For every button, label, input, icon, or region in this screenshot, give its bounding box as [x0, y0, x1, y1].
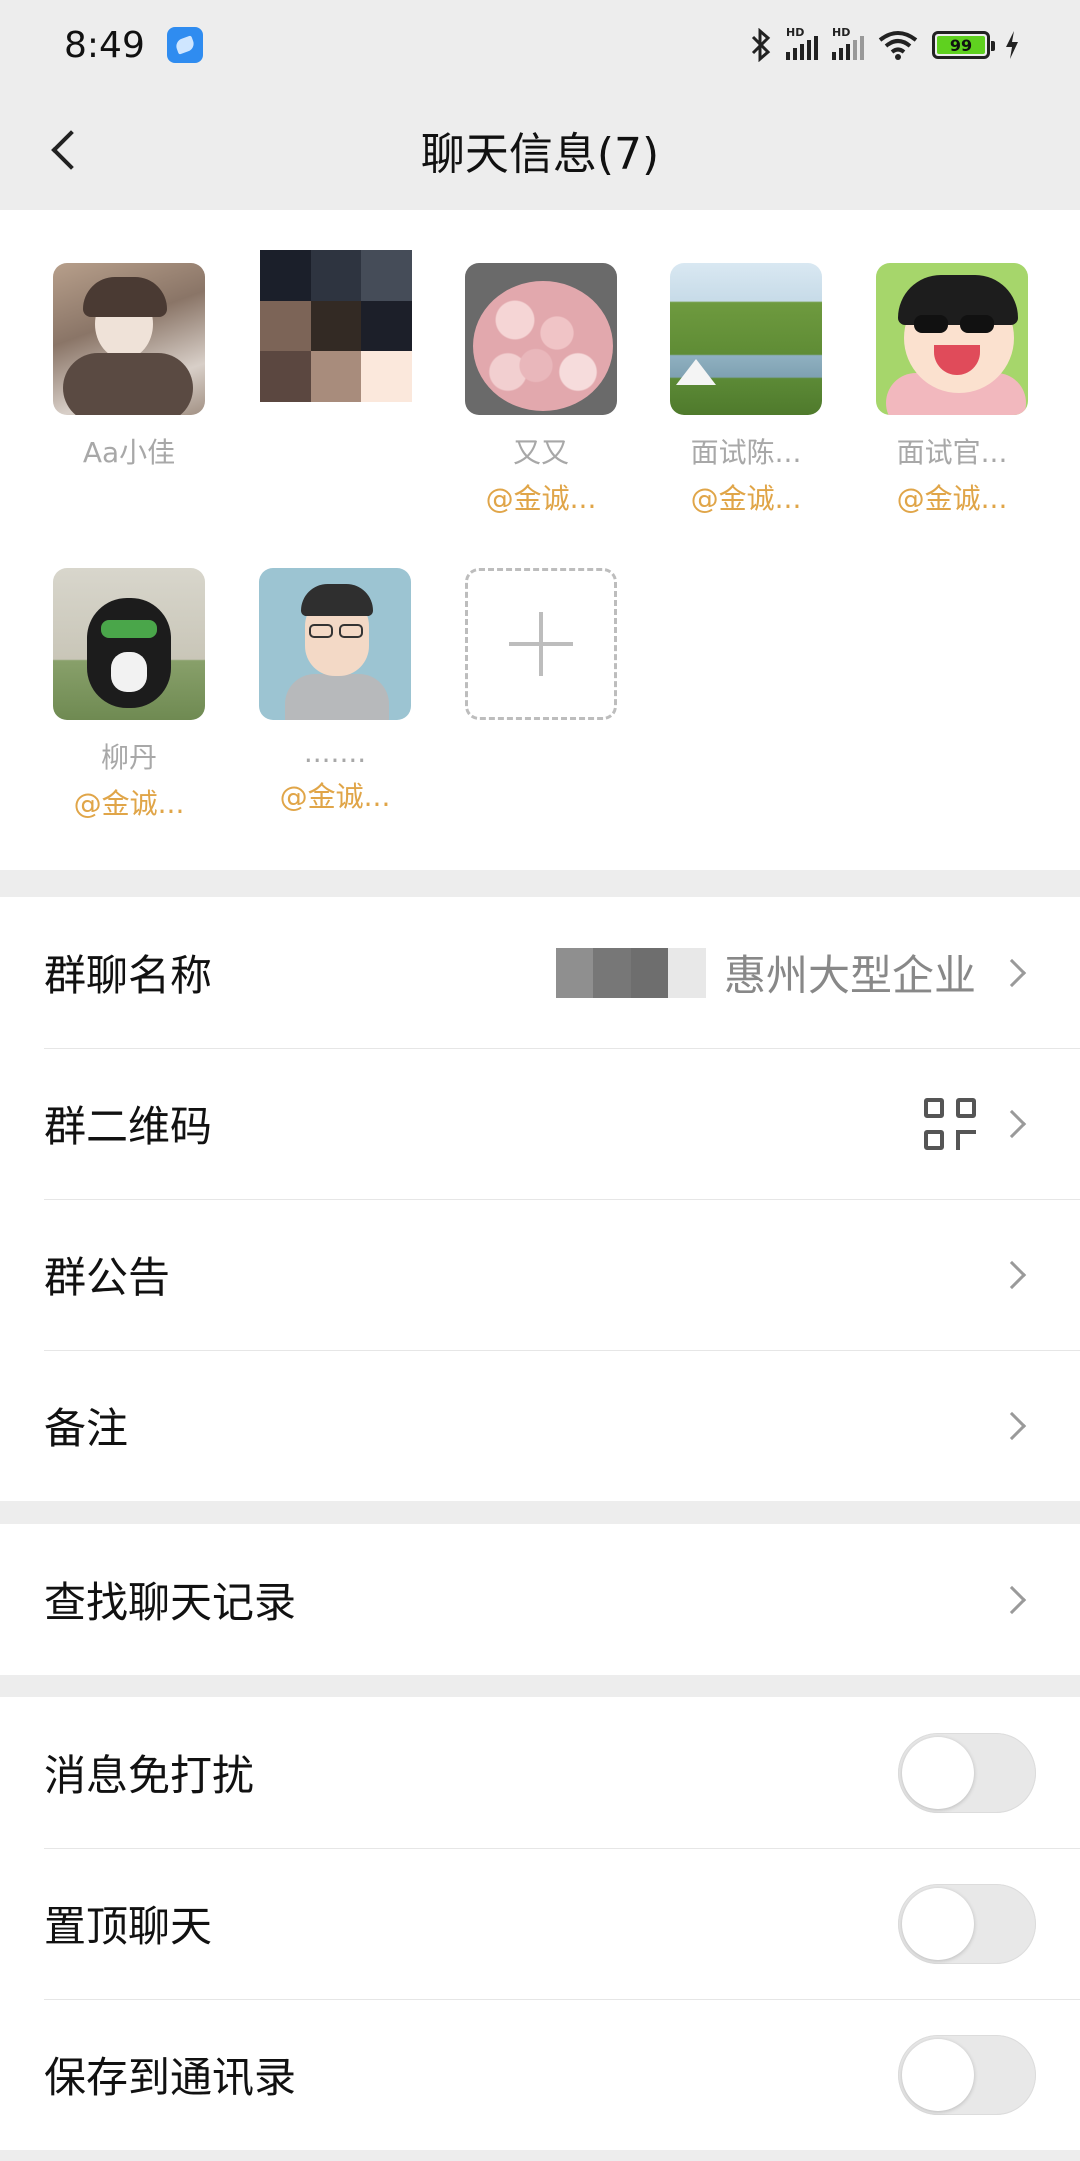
- chevron-right-icon: [997, 1585, 1027, 1614]
- member-item[interactable]: 面试官... @金诚...: [872, 263, 1032, 517]
- member-avatar: [465, 263, 617, 415]
- member-avatar: [670, 263, 822, 415]
- chevron-right-icon: [997, 1260, 1027, 1289]
- qr-code-icon: [924, 1097, 976, 1150]
- wifi-icon: [878, 31, 918, 60]
- bluetooth-icon: [751, 28, 771, 62]
- member-name: 柳丹: [100, 741, 157, 774]
- search-section: 查找聊天记录: [0, 1524, 1080, 1675]
- pin-chat-label: 置顶聊天: [44, 1902, 213, 1951]
- chevron-right-icon: [997, 958, 1027, 987]
- save-contacts-toggle[interactable]: [898, 2034, 1036, 2115]
- member-avatar: [876, 263, 1028, 415]
- battery-icon: 99: [932, 31, 995, 59]
- member-tag: @金诚...: [73, 787, 185, 820]
- members-section: Aa小佳 又又 @金诚... 面试陈... @金诚... 面试官... @金诚.…: [0, 210, 1080, 870]
- group-qr-row[interactable]: 群二维码: [0, 1048, 1080, 1199]
- back-arrow-icon: [51, 130, 91, 170]
- pin-chat-toggle[interactable]: [898, 1883, 1036, 1964]
- status-icons: HD HD 99: [750, 26, 1020, 62]
- save-contacts-row: 保存到通讯录: [0, 1999, 1080, 2150]
- member-item[interactable]: [256, 250, 416, 418]
- member-name: 面试陈...: [690, 436, 802, 469]
- member-name: 又又: [512, 436, 569, 469]
- info-section: 群聊名称 惠州大型企业 群二维码 群公告 备注: [0, 897, 1080, 1501]
- add-member-button[interactable]: [465, 568, 617, 720]
- member-tag: @金诚...: [485, 482, 597, 515]
- member-tag: @金诚...: [690, 482, 802, 515]
- member-avatar: [53, 568, 205, 720]
- save-contacts-label: 保存到通讯录: [44, 2053, 297, 2102]
- remark-label: 备注: [44, 1404, 129, 1453]
- redacted-block: [555, 947, 706, 998]
- nav-bar: 聊天信息(7): [0, 90, 1080, 210]
- member-avatar: [53, 263, 205, 415]
- app-notification-icon: [166, 27, 203, 63]
- member-name: Aa小佳: [82, 436, 176, 469]
- member-item[interactable]: Aa小佳: [49, 263, 209, 477]
- member-avatar-pixelated: [260, 250, 412, 402]
- chevron-right-icon: [997, 1109, 1027, 1138]
- mute-toggle[interactable]: [898, 1732, 1036, 1813]
- chevron-right-icon: [997, 1411, 1027, 1440]
- group-name-value: 惠州大型企业: [723, 951, 976, 1000]
- group-name-row[interactable]: 群聊名称 惠州大型企业: [0, 897, 1080, 1048]
- toggle-knob: [902, 1887, 974, 1960]
- search-chat-history-label: 查找聊天记录: [44, 1578, 297, 1627]
- toggle-knob: [902, 1736, 974, 1809]
- mute-row: 消息免打扰: [0, 1697, 1080, 1848]
- charging-icon: [1006, 31, 1018, 59]
- member-item[interactable]: 柳丹 @金诚...: [49, 568, 209, 822]
- member-item[interactable]: 面试陈... @金诚...: [666, 263, 826, 517]
- settings-section: 消息免打扰 置顶聊天 保存到通讯录: [0, 1697, 1080, 2150]
- member-name: .......: [303, 736, 367, 769]
- cellular-signal-1-icon: HD: [786, 26, 818, 60]
- mute-label: 消息免打扰: [44, 1751, 255, 1800]
- cellular-signal-2-icon: HD: [832, 26, 864, 60]
- member-tag: @金诚...: [279, 780, 391, 813]
- back-button[interactable]: [34, 118, 98, 182]
- status-time: 8:49: [64, 24, 145, 66]
- member-avatar: [259, 568, 411, 720]
- search-chat-history-row[interactable]: 查找聊天记录: [0, 1524, 1080, 1675]
- member-tag: @金诚...: [896, 482, 1008, 515]
- add-member-item[interactable]: [461, 568, 621, 720]
- member-item[interactable]: ....... @金诚...: [255, 568, 415, 815]
- status-bar: 8:49 HD HD 99: [0, 0, 1080, 90]
- page-title: 聊天信息(7): [420, 129, 660, 180]
- member-item[interactable]: 又又 @金诚...: [461, 263, 621, 517]
- member-name: 面试官...: [896, 436, 1008, 469]
- plus-icon: [509, 612, 573, 676]
- group-name-label: 群聊名称: [44, 951, 213, 1000]
- battery-level: 99: [937, 36, 985, 55]
- toggle-knob: [902, 2038, 974, 2111]
- group-qr-label: 群二维码: [44, 1102, 213, 1151]
- pin-chat-row: 置顶聊天: [0, 1848, 1080, 1999]
- group-notice-row[interactable]: 群公告: [0, 1199, 1080, 1350]
- remark-row[interactable]: 备注: [0, 1350, 1080, 1501]
- group-notice-label: 群公告: [44, 1253, 171, 1302]
